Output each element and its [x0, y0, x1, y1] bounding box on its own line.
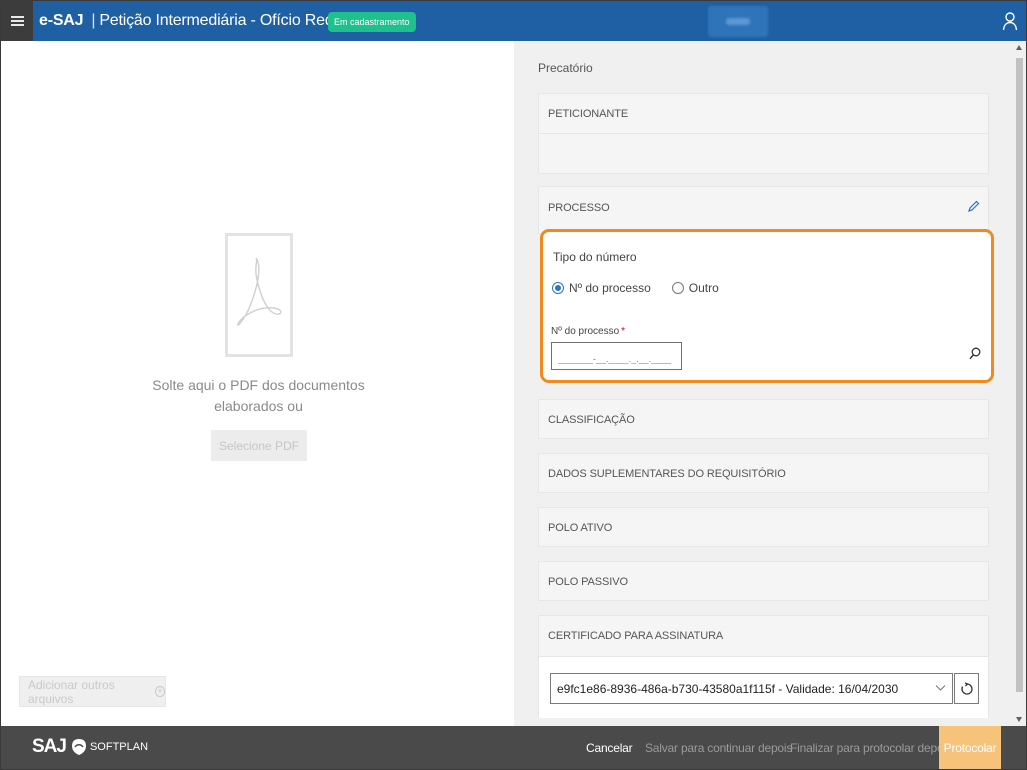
pdf-drop-zone[interactable]: Solte aqui o PDF dos documentos elaborad…: [1, 41, 514, 726]
tipo-numero-label: Tipo do número: [553, 250, 637, 264]
radio-outro-label: Outro: [688, 281, 719, 295]
protocolar-button[interactable]: Protocolar: [939, 726, 1001, 769]
plus-circle-icon: +: [154, 686, 165, 697]
title-separator: |: [91, 12, 96, 29]
cancel-button[interactable]: Cancelar: [586, 726, 633, 769]
peticionante-card[interactable]: PETICIONANTE: [538, 93, 989, 174]
certificado-value: e9fc1e86-8936-486a-b730-43580a1f115f - V…: [557, 681, 899, 696]
numero-processo-text: Nº do processo: [551, 326, 620, 337]
chevron-down-icon: [935, 685, 946, 691]
logo-saj-text: SAJ: [32, 736, 67, 757]
top-bar: e-SAJ | Petição Intermediária - Ofício R…: [1, 1, 1026, 41]
polo-passivo-card[interactable]: POLO PASSIVO: [538, 561, 989, 601]
polo-passivo-heading: POLO PASSIVO: [548, 576, 628, 588]
section-title: Precatório: [538, 61, 593, 75]
scroll-up-arrow-icon[interactable]: [1016, 45, 1022, 50]
shield-logo-icon: [71, 739, 86, 755]
status-badge: Em cadastramento: [328, 12, 416, 32]
redacted-area: [708, 6, 768, 37]
form-panel: Precatório PETICIONANTE PROCESSO CLASSIF…: [514, 41, 1013, 726]
certificado-select[interactable]: e9fc1e86-8936-486a-b730-43580a1f115f - V…: [550, 673, 953, 704]
dados-heading: DADOS SUPLEMENTARES DO REQUISITÓRIO: [548, 468, 786, 480]
finalize-later-button[interactable]: Finalizar para protocolar depois: [790, 726, 952, 769]
refresh-icon: [960, 681, 973, 695]
user-icon[interactable]: [1002, 11, 1018, 31]
certificado-heading: CERTIFICADO PARA ASSINATURA: [548, 630, 724, 642]
classificacao-card[interactable]: CLASSIFICAÇÃO: [538, 399, 989, 439]
logo-softplan-text: SOFTPLAN: [89, 741, 149, 753]
softplan-logo: SAJ SOFTPLAN: [32, 735, 148, 759]
polo-ativo-heading: POLO ATIVO: [548, 522, 613, 534]
dados-suplementares-card[interactable]: DADOS SUPLEMENTARES DO REQUISITÓRIO: [538, 453, 989, 493]
numero-processo-input[interactable]: [551, 342, 682, 370]
radio-option-outro[interactable]: Outro: [671, 281, 719, 295]
scroll-thumb[interactable]: [1016, 58, 1023, 692]
numero-processo-label: Nº do processo *: [551, 326, 625, 337]
radio-unchecked-icon[interactable]: [671, 282, 684, 294]
polo-ativo-card[interactable]: POLO ATIVO: [538, 507, 989, 547]
save-later-button[interactable]: Salvar para continuar depois: [645, 726, 792, 769]
vertical-scrollbar[interactable]: [1013, 41, 1026, 726]
radio-checked-icon[interactable]: [552, 282, 564, 294]
menu-button[interactable]: [1, 1, 33, 41]
refresh-button[interactable]: [954, 673, 979, 704]
pencil-icon[interactable]: [967, 200, 980, 213]
radio-option-processo[interactable]: Nº do processo: [552, 281, 651, 295]
processo-card[interactable]: PROCESSO: [538, 186, 989, 234]
add-files-button[interactable]: Adicionar outros arquivos +: [19, 676, 166, 707]
required-marker: *: [621, 326, 626, 337]
peticionante-heading: PETICIONANTE: [548, 108, 629, 120]
drop-instructions: Solte aqui o PDF dos documentos elaborad…: [152, 377, 365, 414]
select-pdf-button[interactable]: Selecione PDF: [211, 430, 307, 461]
certificado-body: e9fc1e86-8936-486a-b730-43580a1f115f - V…: [539, 656, 988, 718]
radio-processo-label: Nº do processo: [569, 281, 651, 295]
processo-heading: PROCESSO: [548, 202, 610, 214]
brand-name: e-SAJ: [39, 12, 84, 29]
card-divider: [539, 133, 988, 134]
classificacao-heading: CLASSIFICAÇÃO: [548, 414, 635, 426]
tipo-numero-section: Tipo do número Nº do processo Outro Nº d…: [540, 229, 994, 383]
footer-bar: SAJ SOFTPLAN Cancelar Salvar para contin…: [1, 726, 1026, 769]
pdf-icon: [225, 233, 293, 357]
certificado-card: CERTIFICADO PARA ASSINATURA e9fc1e86-893…: [538, 615, 989, 718]
hamburger-icon: [10, 16, 24, 26]
add-files-label: Adicionar outros arquivos: [28, 677, 115, 706]
tipo-numero-radio-group: Nº do processo Outro: [552, 281, 740, 295]
scroll-down-arrow-icon[interactable]: [1016, 717, 1022, 722]
search-icon[interactable]: [969, 347, 981, 360]
